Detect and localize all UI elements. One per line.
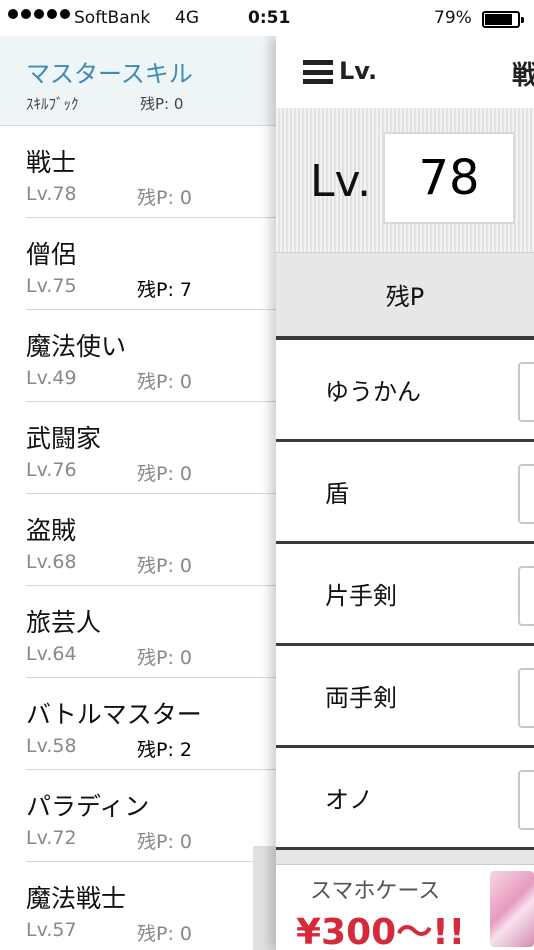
job-remaining-points: 残P: 2 bbox=[137, 739, 192, 761]
remaining-points-header: 残P bbox=[276, 252, 534, 340]
job-list-item[interactable]: 盗賊 Lv.68 残P: 0 bbox=[26, 494, 276, 586]
skill-points-input[interactable] bbox=[518, 566, 534, 626]
job-remaining-points: 残P: 7 bbox=[137, 279, 192, 301]
job-name: 魔法戦士 bbox=[26, 884, 127, 913]
skill-points-input[interactable] bbox=[518, 362, 534, 422]
skill-name: オノ bbox=[325, 786, 373, 814]
job-remaining-points: 残P: 0 bbox=[137, 647, 192, 669]
level-label: Lv. bbox=[310, 156, 372, 207]
skill-row[interactable]: オノ bbox=[276, 748, 534, 850]
ad-headline: スマホケース bbox=[310, 879, 441, 904]
job-list-item[interactable]: 戦士 Lv.78 残P: 0 bbox=[26, 126, 276, 218]
network-type: 4G bbox=[175, 8, 199, 28]
menu-icon[interactable] bbox=[303, 60, 333, 84]
job-level: Lv.49 bbox=[26, 367, 77, 389]
job-level: Lv.78 bbox=[26, 183, 77, 205]
job-level: Lv.64 bbox=[26, 643, 77, 665]
skill-row[interactable]: 両手剣 bbox=[276, 646, 534, 748]
skill-panel: Lv. 戦 Lv. 78 残P ゆうかん 盾 片手剣 両手剣 オノ bbox=[276, 36, 534, 950]
job-name: 旅芸人 bbox=[26, 608, 102, 637]
clock: 0:51 bbox=[248, 8, 291, 28]
job-list-item[interactable]: 武闘家 Lv.76 残P: 0 bbox=[26, 402, 276, 494]
status-bar: SoftBank 4G 0:51 79% bbox=[0, 0, 534, 36]
job-remaining-points: 残P: 0 bbox=[137, 555, 192, 577]
job-remaining-points: 残P: 0 bbox=[137, 371, 192, 393]
job-list-item[interactable]: 旅芸人 Lv.64 残P: 0 bbox=[26, 586, 276, 678]
job-level: Lv.58 bbox=[26, 735, 77, 757]
job-remaining-points: 残P: 0 bbox=[137, 923, 192, 945]
job-name: 魔法使い bbox=[26, 332, 127, 361]
job-remaining-points: 残P: 0 bbox=[137, 463, 192, 485]
job-name: 僧侶 bbox=[26, 240, 77, 269]
battery-percentage: 79% bbox=[434, 8, 472, 28]
job-name: 武闘家 bbox=[26, 424, 102, 453]
master-remaining-points: 残P: 0 bbox=[140, 95, 184, 113]
job-name: 戦士 bbox=[26, 148, 77, 177]
skill-points-input[interactable] bbox=[518, 668, 534, 728]
job-list-item[interactable]: 僧侶 Lv.75 残P: 7 bbox=[26, 218, 276, 310]
skill-points-input[interactable] bbox=[518, 464, 534, 524]
level-section: Lv. 78 bbox=[276, 108, 534, 252]
skill-row[interactable]: 盾 bbox=[276, 442, 534, 544]
ad-price: ¥300〜!! bbox=[296, 912, 466, 950]
job-remaining-points: 残P: 0 bbox=[137, 831, 192, 853]
job-name: 盗賊 bbox=[26, 516, 77, 545]
job-level: Lv.57 bbox=[26, 919, 77, 941]
ad-banner[interactable]: スマホケース ¥300〜!! bbox=[276, 864, 534, 950]
skill-name: 片手剣 bbox=[325, 582, 397, 610]
navigation-bar: Lv. 戦 bbox=[276, 36, 534, 108]
job-level: Lv.68 bbox=[26, 551, 77, 573]
skill-row[interactable]: ゆうかん bbox=[276, 340, 534, 442]
job-list-item[interactable]: 魔法戦士 Lv.57 残P: 0 bbox=[26, 862, 276, 950]
job-list-item[interactable]: 魔法使い Lv.49 残P: 0 bbox=[26, 310, 276, 402]
job-list-item[interactable]: パラディン Lv.72 残P: 0 bbox=[26, 770, 276, 862]
skill-points-input[interactable] bbox=[518, 770, 534, 830]
job-level: Lv.72 bbox=[26, 827, 77, 849]
menu-item-master-skill[interactable]: マスタースキル ｽｷﾙﾌﾞｯｸ 残P: 0 bbox=[0, 36, 276, 126]
skill-name: 盾 bbox=[325, 480, 349, 508]
job-menu: マスタースキル ｽｷﾙﾌﾞｯｸ 残P: 0 戦士 Lv.78 残P: 0 僧侶 L… bbox=[0, 36, 276, 950]
battery-icon bbox=[482, 11, 524, 28]
job-title: 戦 bbox=[512, 61, 534, 91]
job-name: パラディン bbox=[26, 792, 150, 821]
skill-row[interactable]: 片手剣 bbox=[276, 544, 534, 646]
ad-product-image bbox=[490, 871, 534, 947]
nav-title: Lv. bbox=[339, 57, 378, 85]
job-list-item[interactable]: バトルマスター Lv.58 残P: 2 bbox=[26, 678, 276, 770]
carrier-name: SoftBank bbox=[74, 8, 151, 28]
skill-name: 両手剣 bbox=[325, 684, 397, 712]
job-remaining-points: 残P: 0 bbox=[137, 187, 192, 209]
job-level: Lv.75 bbox=[26, 275, 77, 297]
level-input[interactable]: 78 bbox=[383, 132, 515, 224]
menu-scrollbar[interactable] bbox=[253, 846, 276, 950]
master-skill-title: マスタースキル bbox=[26, 60, 193, 88]
job-name: バトルマスター bbox=[26, 700, 202, 729]
skill-name: ゆうかん bbox=[325, 378, 421, 406]
job-level: Lv.76 bbox=[26, 459, 77, 481]
signal-strength-icon bbox=[8, 9, 70, 19]
skillbook-label: ｽｷﾙﾌﾞｯｸ bbox=[26, 95, 79, 113]
